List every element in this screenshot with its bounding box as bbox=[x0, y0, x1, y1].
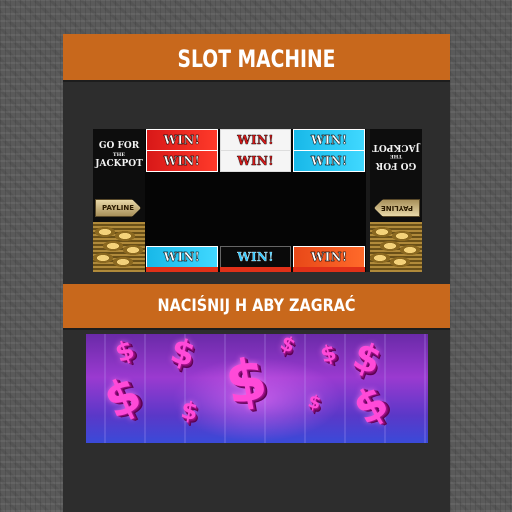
title-banner: SLOT MACHINE bbox=[63, 34, 450, 80]
right-side-panel: GO FOR THE JACKPOT PAYLINE bbox=[370, 129, 422, 272]
reel-row-bottom: WIN! WIN! WIN! bbox=[145, 246, 366, 268]
reel-tile: WIN! bbox=[146, 246, 218, 268]
coin-stack-icon bbox=[370, 222, 422, 272]
reel-tile: WIN! bbox=[219, 150, 292, 172]
reel-tile: WIN! bbox=[146, 150, 218, 172]
play-prompt: NACIŚNIJ H ABY ZAGRAĆ bbox=[157, 296, 356, 316]
reel-tile: WIN! bbox=[146, 129, 218, 151]
coin-stack-icon bbox=[93, 222, 145, 272]
reel-tile: WIN! bbox=[293, 246, 366, 268]
payline-arrow-right: PAYLINE bbox=[374, 199, 420, 217]
reel-row-top-2: WIN! WIN! WIN! bbox=[145, 150, 366, 172]
left-side-panel: GO FOR THE JACKPOT PAYLINE bbox=[93, 129, 145, 272]
reel-row-top-1: WIN! WIN! WIN! bbox=[145, 129, 366, 151]
jackpot-label-right: GO FOR THE JACKPOT bbox=[372, 142, 420, 170]
reel-tile: WIN! bbox=[293, 150, 366, 172]
dollar-promo-image: $ $ $ $ $ $ $ $ $ $ bbox=[86, 334, 428, 443]
payline-arrow-left: PAYLINE bbox=[95, 199, 141, 217]
jackpot-label-left: GO FOR THE JACKPOT bbox=[95, 141, 143, 169]
reel-tile: WIN! bbox=[219, 246, 292, 268]
play-prompt-banner: NACIŚNIJ H ABY ZAGRAĆ bbox=[63, 284, 450, 328]
game-title: SLOT MACHINE bbox=[177, 45, 336, 73]
game-panel: SLOT MACHINE GO FOR THE JACKPOT PAYLINE … bbox=[63, 34, 450, 512]
reel-row-peek bbox=[145, 267, 366, 272]
reel-tile: WIN! bbox=[293, 129, 366, 151]
reel-tile-edge bbox=[219, 267, 292, 272]
reel-tile-edge bbox=[146, 267, 218, 272]
reel-window: WIN! WIN! WIN! WIN! WIN! WIN! WIN! WIN! … bbox=[145, 129, 366, 272]
slot-machine[interactable]: GO FOR THE JACKPOT PAYLINE WIN! WIN! WIN… bbox=[93, 129, 422, 272]
reel-tile-edge bbox=[293, 267, 366, 272]
reel-tile: WIN! bbox=[219, 129, 292, 151]
